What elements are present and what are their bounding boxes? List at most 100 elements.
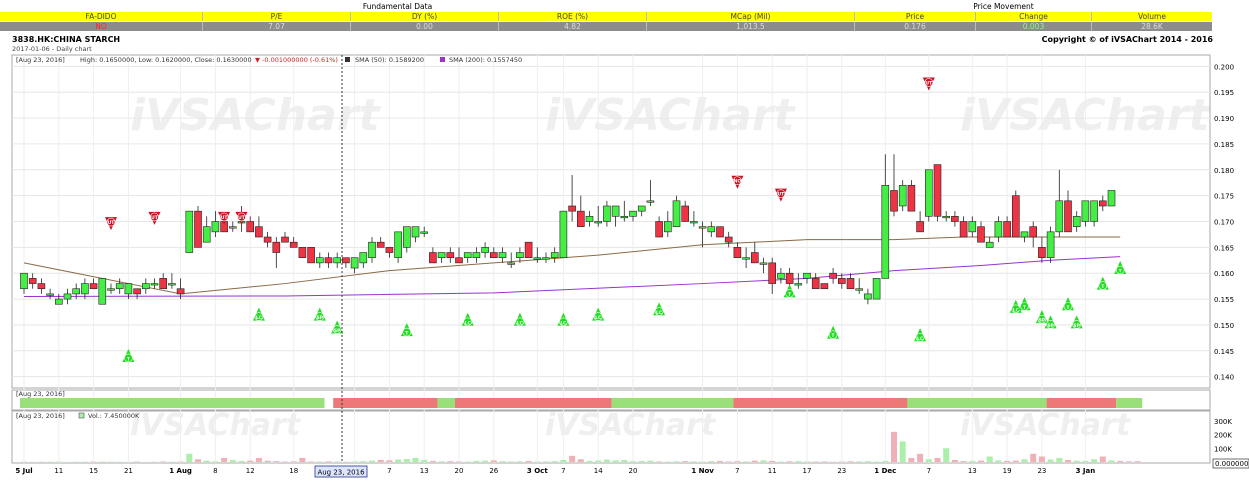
y-tick-label: 0.140 <box>1214 374 1234 382</box>
volume-bar <box>438 461 445 462</box>
volume-bar <box>960 461 967 462</box>
volume-bar <box>560 459 567 462</box>
candle-body <box>1011 195 1020 238</box>
candle-body <box>542 257 550 260</box>
x-tick-label: 23 <box>837 467 846 475</box>
volume-bar <box>238 460 245 462</box>
volume-bar <box>821 461 828 462</box>
candle-body <box>368 241 376 259</box>
x-tick-label: 11 <box>54 467 63 475</box>
trend-segment <box>20 398 325 408</box>
y-tick-label: 0.145 <box>1214 348 1234 356</box>
price-chart[interactable]: iVSAChart iVSAChart iVSAChart iVSAChart iVSA… <box>0 0 1249 487</box>
candle-body <box>681 205 690 222</box>
volume-tick-label: 100K <box>1214 445 1232 453</box>
volume-bar <box>221 457 228 462</box>
candle-body <box>272 241 281 253</box>
candle-body <box>81 283 89 295</box>
x-tick-label: 20 <box>455 467 464 475</box>
x-tick-label: 13 <box>968 467 977 475</box>
candle-body <box>72 288 80 295</box>
y-tick-label: 0.195 <box>1214 89 1234 97</box>
volume-bar <box>1038 456 1045 462</box>
x-tick-label: 20 <box>629 467 638 475</box>
candle-body <box>1081 200 1090 222</box>
watermark-text: iVSAChart <box>960 408 1132 443</box>
candle-body <box>194 210 202 248</box>
candle-body <box>507 262 516 265</box>
x-tick-label: 18 <box>289 467 298 475</box>
candle-body <box>872 278 881 300</box>
candle-body <box>1090 200 1098 222</box>
volume-bar <box>717 460 723 462</box>
candle-body <box>724 236 733 243</box>
candle-body <box>637 205 646 212</box>
volume-bar <box>751 460 758 462</box>
volume-last-label: 0.000000 <box>1215 460 1248 468</box>
candle-body <box>811 278 820 290</box>
x-tick-label: 3 Oct <box>527 467 548 475</box>
candle-body <box>437 252 446 259</box>
x-tick-label: 7 <box>735 467 739 475</box>
volume-bar <box>325 461 332 462</box>
volume-bar <box>969 460 976 462</box>
volume-bar <box>1134 461 1141 462</box>
candle-body <box>455 257 463 264</box>
trend-segment <box>333 398 438 408</box>
volume-bar <box>212 461 219 462</box>
x-tick-label: 7 <box>387 467 391 475</box>
y-tick-label: 0.160 <box>1214 270 1234 278</box>
candle-body <box>655 221 663 238</box>
volume-bar <box>917 453 924 462</box>
candle-body <box>89 283 98 290</box>
volume-bar <box>429 460 436 462</box>
volume-bar <box>804 461 810 462</box>
legend-date: [Aug 23, 2016] <box>16 56 65 64</box>
candle-body <box>1099 200 1107 207</box>
candle-body <box>881 184 890 279</box>
volume-bar <box>690 461 697 462</box>
volume-bar <box>386 460 393 462</box>
volume-bar <box>395 459 402 462</box>
candle-body <box>342 257 350 264</box>
volume-bar <box>1004 460 1011 462</box>
volume-bar <box>203 460 210 462</box>
candle-body <box>107 288 115 291</box>
candle-body <box>968 221 977 233</box>
volume-bar <box>734 461 741 462</box>
candle-body <box>794 283 803 286</box>
candle-body <box>550 252 559 259</box>
legend-sma200: SMA (200): 0.1557450 <box>449 56 522 64</box>
candle-body <box>1064 200 1072 233</box>
candle-body <box>629 210 637 217</box>
candle-body <box>663 221 672 233</box>
candle-body <box>255 226 263 238</box>
candle-body <box>594 221 603 224</box>
sma200-line <box>23 256 1121 297</box>
candle-body <box>115 283 124 290</box>
volume-bar <box>621 459 628 462</box>
candle-body <box>611 205 620 217</box>
candle-body <box>498 252 507 259</box>
y-tick-label: 0.185 <box>1214 141 1234 149</box>
volume-bar <box>482 460 489 462</box>
volume-bar <box>447 461 454 462</box>
legend-vol: Vol.: 7.450000K <box>88 412 140 420</box>
x-tick-label: 21 <box>124 467 133 475</box>
candle-body <box>63 293 72 300</box>
volume-bar <box>925 459 932 462</box>
candle-body <box>211 221 220 233</box>
volume-bar <box>882 460 889 462</box>
candle-body <box>289 241 298 248</box>
candle-body <box>333 257 342 264</box>
x-tick-label: 11 <box>768 467 777 475</box>
y-tick-label: 0.165 <box>1214 244 1234 252</box>
volume-bar <box>569 455 576 462</box>
candle-body <box>864 293 872 300</box>
trend-segment <box>437 398 455 408</box>
candle-body <box>1046 231 1055 259</box>
candle-body <box>281 236 289 243</box>
x-tick-label: 17 <box>803 467 812 475</box>
volume-bar <box>195 459 201 462</box>
cursor-date-label: Aug 23, 2016 <box>317 469 365 477</box>
